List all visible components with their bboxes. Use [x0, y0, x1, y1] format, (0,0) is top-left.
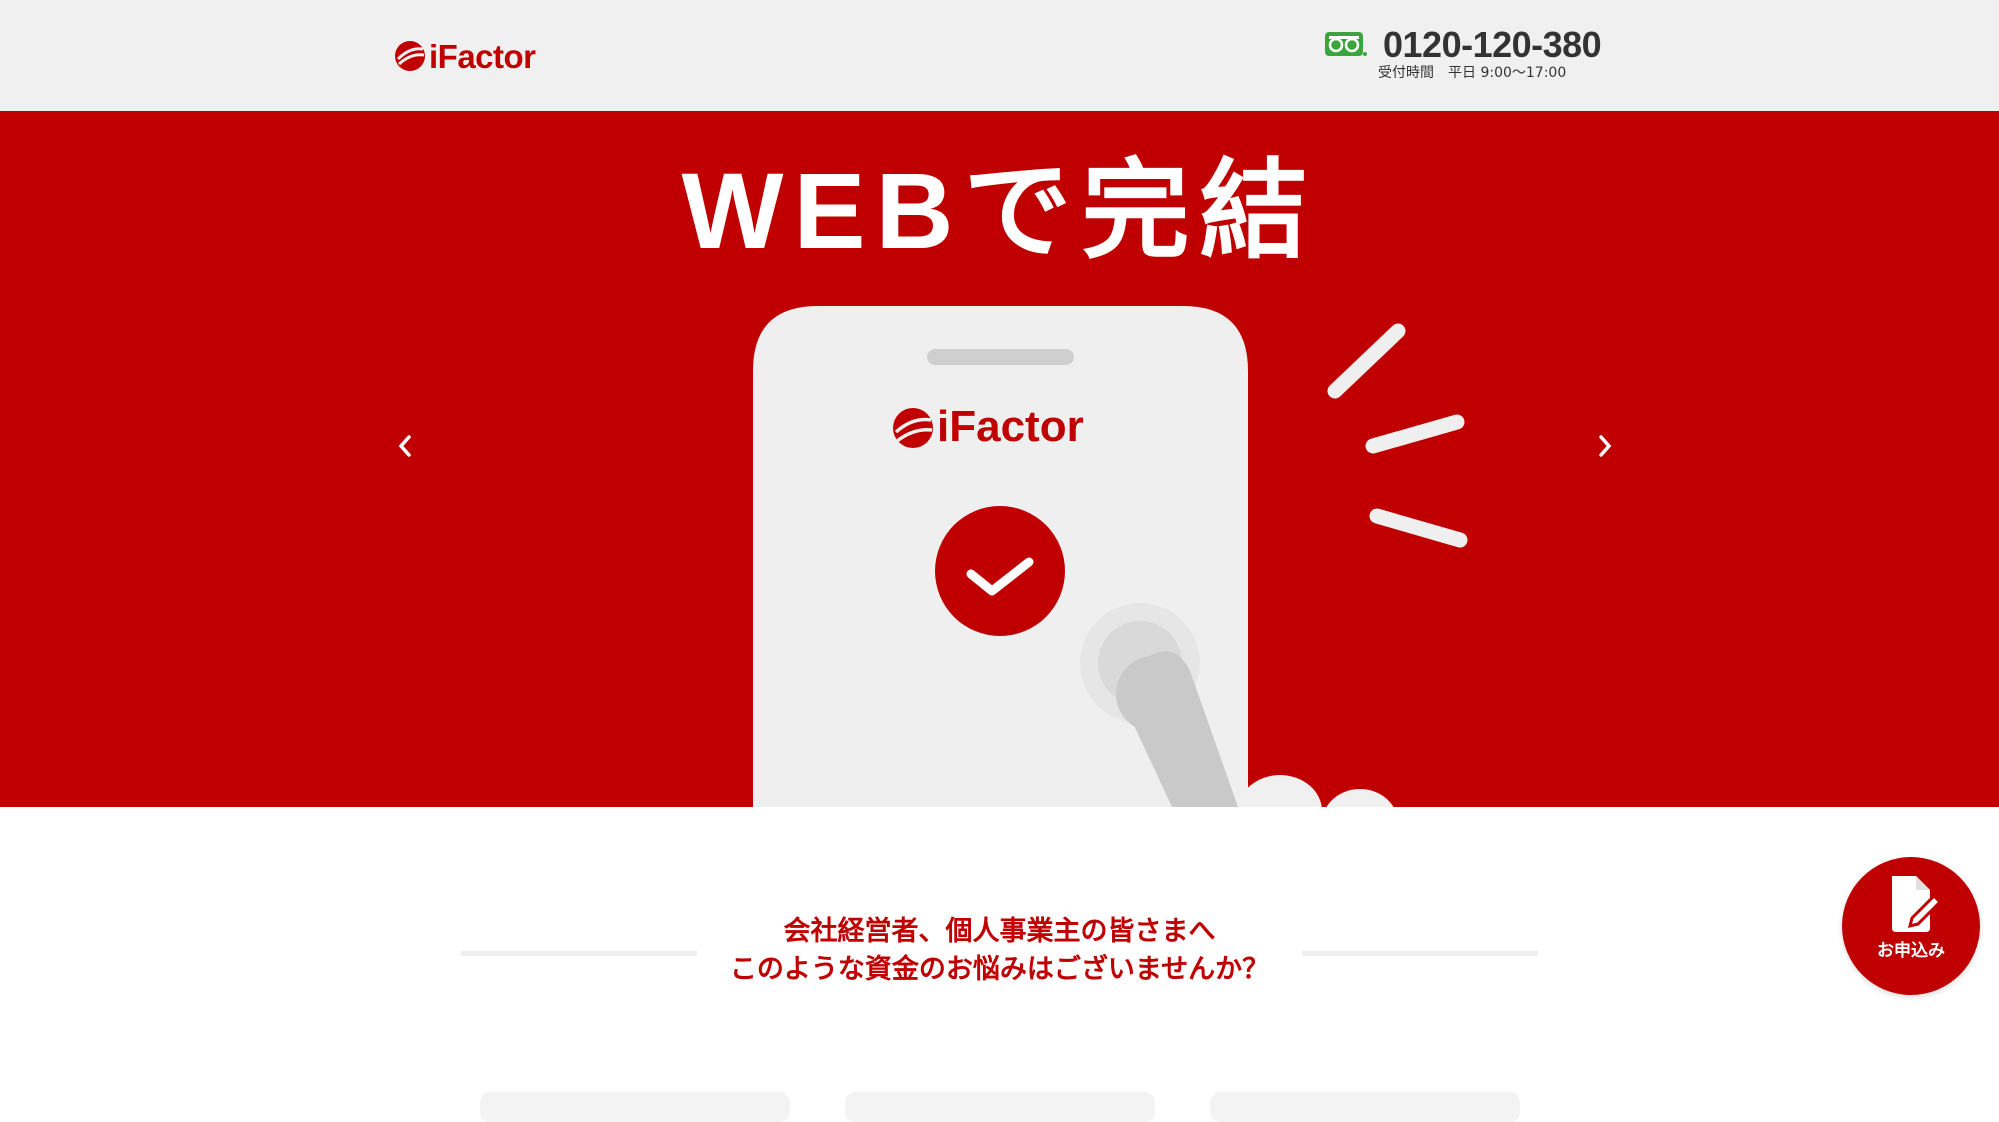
heading-line-1: 会社経営者、個人事業主の皆さまへ: [783, 916, 1216, 947]
worry-card: [480, 1092, 790, 1122]
hero-slider: WEBで完結 iFactor: [0, 111, 1999, 807]
logo-text: iFactor: [429, 37, 536, 75]
worries-section-heading: 会社経営者、個人事業主の皆さまへ このような資金のお悩みはございませんか？: [0, 913, 1999, 993]
phone-logo-text: iFactor: [937, 402, 1084, 451]
freedial-icon: [1325, 32, 1367, 56]
slider-next-button[interactable]: [1590, 421, 1620, 471]
hero-title: WEBで完結: [681, 150, 1318, 271]
document-pen-icon: [1892, 876, 1942, 932]
site-logo[interactable]: iFactor: [393, 36, 536, 76]
site-header: iFactor 0120-120-380 受付時間 平日 9:00〜17:00: [0, 0, 1999, 111]
phone-hours: 受付時間 平日 9:00〜17:00: [1378, 65, 1567, 81]
slider-prev-button[interactable]: [390, 421, 420, 471]
heading-text: 会社経営者、個人事業主の皆さまへ このような資金のお悩みはございませんか？: [697, 913, 1302, 989]
phone-number[interactable]: 0120-120-380: [1383, 24, 1602, 66]
chevron-left-icon: [398, 435, 411, 457]
apply-label: お申込み: [1877, 941, 1945, 961]
worry-card: [1210, 1092, 1520, 1122]
heading-divider-left: [461, 951, 697, 956]
apply-button[interactable]: お申込み: [1842, 857, 1980, 995]
ifactor-logo-icon: [395, 41, 425, 71]
heading-line-2: このような資金のお悩みはございませんか？: [729, 954, 1270, 985]
contact-phone[interactable]: 0120-120-380 受付時間 平日 9:00〜17:00: [1325, 24, 1605, 86]
chevron-right-icon: [1599, 435, 1612, 457]
worry-card: [845, 1092, 1155, 1122]
heading-divider-right: [1302, 951, 1538, 956]
